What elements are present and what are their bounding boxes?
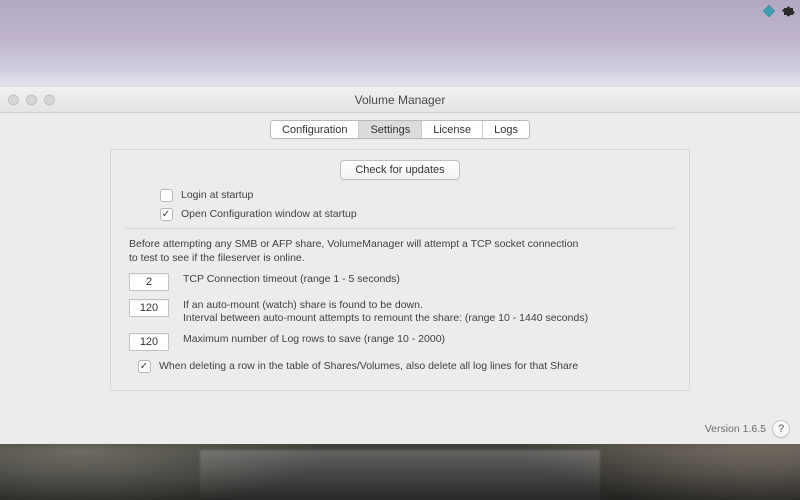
max-log-rows-input[interactable] [129, 333, 169, 351]
window-controls [8, 94, 55, 105]
open-config-at-startup-checkbox[interactable] [160, 208, 173, 221]
settings-panel: Check for updates Login at startup Open … [110, 149, 690, 391]
tab-configuration[interactable]: Configuration [271, 121, 359, 138]
delete-logs-on-row-delete-checkbox[interactable] [138, 360, 151, 373]
tab-logs[interactable]: Logs [483, 121, 529, 138]
tab-license[interactable]: License [422, 121, 483, 138]
close-window-button[interactable] [8, 94, 19, 105]
tab-settings[interactable]: Settings [359, 121, 422, 138]
tcp-timeout-input[interactable] [129, 273, 169, 291]
settings-window: Volume Manager Configuration Settings Li… [0, 87, 800, 444]
zoom-window-button[interactable] [44, 94, 55, 105]
login-at-startup-label: Login at startup [181, 188, 253, 203]
divider [125, 228, 675, 229]
titlebar[interactable]: Volume Manager [0, 87, 800, 113]
check-updates-button[interactable]: Check for updates [340, 160, 459, 180]
tabs-segmented-control: Configuration Settings License Logs [270, 120, 530, 139]
tcp-timeout-label: TCP Connection timeout (range 1 - 5 seco… [183, 273, 400, 286]
tabs-row: Configuration Settings License Logs [0, 113, 800, 148]
diamond-menubar-icon[interactable] [762, 4, 776, 18]
delete-logs-on-row-delete-label: When deleting a row in the table of Shar… [159, 359, 578, 374]
remount-interval-input[interactable] [129, 299, 169, 317]
menubar-extras [762, 4, 796, 18]
tcp-explain-text: Before attempting any SMB or AFP share, … [129, 237, 671, 265]
window-title: Volume Manager [355, 93, 446, 107]
desktop-background: Volume Manager Configuration Settings Li… [0, 0, 800, 500]
version-label: Version 1.6.5 [705, 423, 766, 435]
help-button[interactable]: ? [772, 420, 790, 438]
max-log-rows-label: Maximum number of Log rows to save (rang… [183, 333, 445, 346]
remount-interval-label: If an auto-mount (watch) share is found … [183, 299, 588, 325]
puzzle-menubar-icon[interactable] [782, 4, 796, 18]
minimize-window-button[interactable] [26, 94, 37, 105]
login-at-startup-checkbox[interactable] [160, 189, 173, 202]
window-footer: Version 1.6.5 ? [705, 420, 790, 438]
open-config-at-startup-label: Open Configuration window at startup [181, 207, 357, 222]
